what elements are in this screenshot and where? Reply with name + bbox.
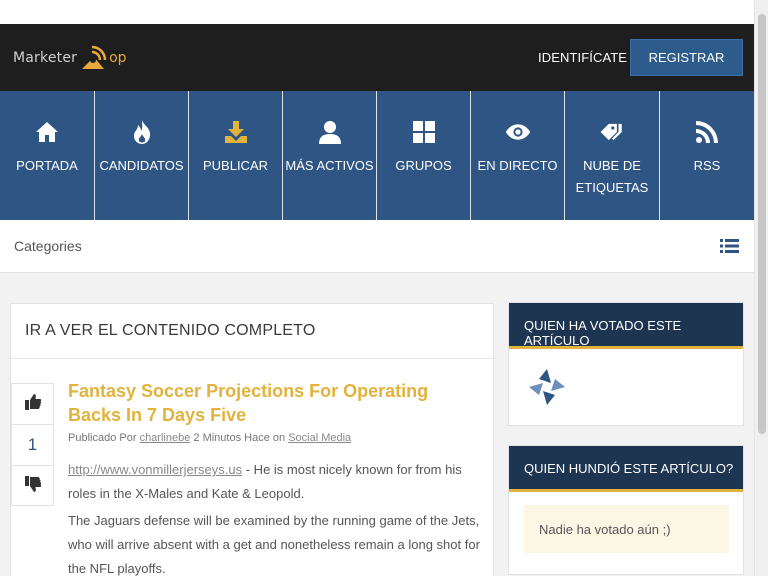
logo-text-part2: op [109, 50, 127, 66]
article-body: http://www.vonmillerjerseys.us - He is m… [68, 458, 480, 576]
login-link[interactable]: IDENTIFÍCATE [538, 50, 627, 65]
nav-item-grupos[interactable]: GRUPOS [377, 91, 471, 220]
article-meta: Publicado Por charlinebe 2 Minutos Hace … [68, 432, 351, 444]
register-button[interactable]: REGISTRAR [630, 39, 743, 76]
article-panel-heading[interactable]: IR A VER EL CONTENIDO COMPLETO [11, 304, 493, 359]
top-strip [0, 0, 768, 24]
downvoters-heading: QUIEN HUNDIÓ ESTE ARTÍCULO? [509, 446, 743, 492]
vote-box: 1 [11, 383, 54, 506]
fire-icon [129, 119, 155, 145]
nav-label: GRUPOS [395, 158, 452, 173]
grid-icon [411, 119, 437, 145]
site-header: Marketer op IDENTIFÍCATE REGISTRAR [0, 24, 754, 91]
author-link[interactable]: charlinebe [140, 432, 191, 444]
upvote-button[interactable] [12, 384, 53, 425]
nav-item-candidatos[interactable]: CANDIDATOS [95, 91, 189, 220]
scrollbar-thumb[interactable] [758, 14, 766, 434]
logo-broadcast-icon [78, 43, 108, 73]
voters-heading: QUIEN HA VOTADO ESTE ARTÍCULO [509, 303, 743, 349]
no-votes-notice: Nadie ha votado aún ;) [524, 505, 729, 553]
nav-label: NUBE DE ETIQUETAS [575, 158, 649, 195]
voter-avatar[interactable] [527, 367, 567, 407]
categories-label: Categories [14, 238, 82, 254]
eye-icon [505, 119, 531, 145]
nav-item-mas-activos[interactable]: MÁS ACTIVOS [283, 91, 377, 220]
nav-item-publicar[interactable]: PUBLICAR [189, 91, 283, 220]
nav-label: RSS [693, 158, 721, 173]
main-nav: PORTADA CANDIDATOS PUBLICAR MÁS ACTIVOS … [0, 91, 754, 220]
nav-item-en-directo[interactable]: EN DIRECTO [471, 91, 565, 220]
meta-on: on [272, 432, 286, 444]
category-link[interactable]: Social Media [288, 432, 351, 444]
rss-icon [694, 119, 720, 145]
categories-bar: Categories [0, 220, 754, 273]
downvoters-panel: QUIEN HUNDIÓ ESTE ARTÍCULO? Nadie ha vot… [508, 445, 744, 575]
download-icon [223, 119, 249, 145]
thumbs-up-icon [24, 393, 42, 416]
nav-label: MÁS ACTIVOS [285, 158, 374, 173]
nav-label: PUBLICAR [202, 158, 269, 173]
page-scrollbar[interactable] [754, 0, 768, 576]
meta-time: 2 Minutos Hace [193, 432, 270, 444]
list-menu-icon[interactable] [720, 238, 739, 254]
nav-label: CANDIDATOS [99, 158, 184, 173]
article-paragraph: http://www.vonmillerjerseys.us - He is m… [68, 458, 480, 506]
tags-icon [599, 119, 625, 145]
thumbs-down-icon [24, 475, 42, 498]
site-logo[interactable]: Marketer op [13, 40, 127, 76]
nav-label: EN DIRECTO [477, 158, 558, 173]
article-title[interactable]: Fantasy Soccer Projections For Operating… [68, 379, 478, 427]
meta-published-by: Publicado Por [68, 432, 137, 444]
nav-item-nube-de-etiquetas[interactable]: NUBE DE ETIQUETAS [565, 91, 660, 220]
vote-count-cell: 1 [12, 425, 53, 466]
downvote-button[interactable] [12, 466, 53, 507]
voters-panel: QUIEN HA VOTADO ESTE ARTÍCULO [508, 302, 744, 426]
vote-count: 1 [27, 435, 38, 454]
nav-label: PORTADA [16, 158, 78, 173]
article-paragraph: The Jaguars defense will be examined by … [68, 513, 480, 576]
nav-item-portada[interactable]: PORTADA [0, 91, 95, 220]
nav-item-rss[interactable]: RSS [660, 91, 754, 220]
source-link[interactable]: http://www.vonmillerjerseys.us [68, 462, 242, 477]
article-panel: IR A VER EL CONTENIDO COMPLETO 1 Fantasy… [10, 303, 494, 576]
user-icon [317, 119, 343, 145]
home-icon [34, 119, 60, 145]
logo-text-part1: Marketer [13, 50, 78, 66]
